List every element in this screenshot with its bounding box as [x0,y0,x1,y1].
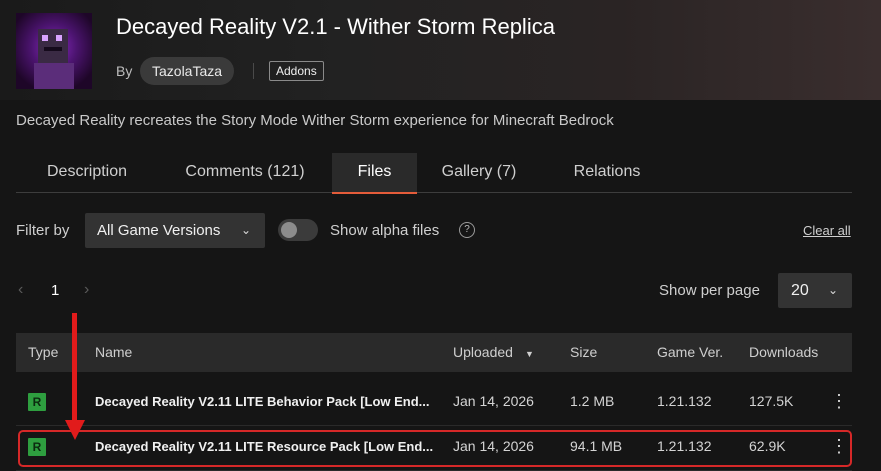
project-thumbnail[interactable] [16,13,92,89]
tab-gallery[interactable]: Gallery (7) [423,153,535,192]
annotation-highlight-box [18,430,852,467]
category-tag[interactable]: Addons [269,61,324,81]
tab-relations[interactable]: Relations [543,153,671,192]
header-game-ver[interactable]: Game Ver. [657,333,723,372]
per-page-label: Show per page [659,282,760,299]
more-options-icon[interactable]: ⋮ [830,378,848,425]
table-row[interactable]: R Decayed Reality V2.11 LITE Behavior Pa… [16,378,852,426]
game-version-select[interactable]: All Game Versions ⌄ [85,213,265,248]
chevron-down-icon: ⌄ [827,283,838,297]
clear-all-link[interactable]: Clear all [803,223,851,238]
page-number[interactable]: 1 [51,282,59,299]
alpha-files-label: Show alpha files [330,222,440,239]
filter-label: Filter by [16,222,70,239]
annotation-arrow [72,313,77,425]
per-page-select[interactable]: 20 ⌄ [778,273,852,308]
divider [253,63,254,79]
file-name[interactable]: Decayed Reality V2.11 LITE Behavior Pack… [95,378,430,425]
file-uploaded: Jan 14, 2026 [453,393,534,409]
files-table-header: Type Name Uploaded ▼ Size Game Ver. Downl… [16,333,852,372]
toggle-knob [281,222,297,238]
header-size[interactable]: Size [570,333,597,372]
game-version-value: All Game Versions [97,222,221,239]
project-summary: Decayed Reality recreates the Story Mode… [16,112,614,129]
project-title: Decayed Reality V2.1 - Wither Storm Repl… [116,14,555,39]
sort-desc-icon: ▼ [524,349,534,359]
per-page-value: 20 [791,282,809,299]
header-type[interactable]: Type [28,333,58,372]
header-uploaded[interactable]: Uploaded ▼ [453,333,534,374]
chevron-left-icon[interactable]: ‹ [18,281,23,299]
header-downloads[interactable]: Downloads [749,333,818,372]
alpha-files-toggle[interactable] [278,219,318,241]
by-label: By [116,63,133,79]
header-name[interactable]: Name [95,333,132,372]
file-game-ver: 1.21.132 [657,393,712,409]
tab-comments[interactable]: Comments (121) [166,153,324,192]
file-downloads: 127.5K [749,393,794,409]
release-badge: R [28,393,46,411]
author-chip[interactable]: TazolaTaza [140,57,235,85]
header-uploaded-label: Uploaded [453,344,513,360]
project-tabs: Description Comments (121) Files Gallery… [16,153,852,194]
chevron-right-icon[interactable]: › [84,281,89,299]
tab-description[interactable]: Description [16,153,158,192]
annotation-arrow-head [65,420,85,440]
file-size: 1.2 MB [570,393,615,409]
chevron-down-icon: ⌄ [240,223,251,237]
question-icon[interactable]: ? [459,222,475,238]
tab-files[interactable]: Files [332,153,417,194]
